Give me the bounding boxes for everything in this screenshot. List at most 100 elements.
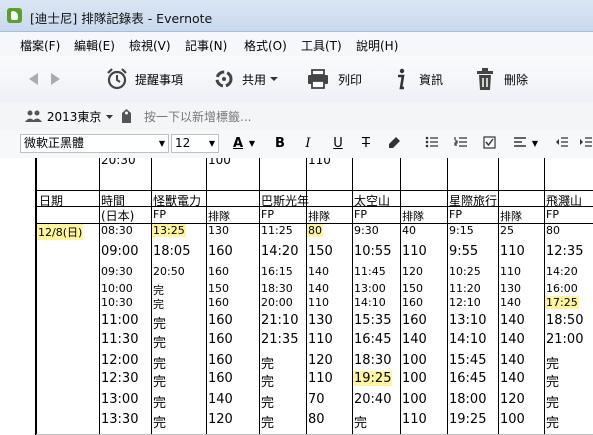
back-button[interactable] [26, 67, 40, 91]
delete-label: 刪除 [504, 72, 529, 87]
table-cell-time: 09:00 [101, 244, 139, 259]
menu-tools[interactable]: 工具(T) [301, 37, 342, 54]
table-cell: 110 [308, 371, 333, 386]
table-cell-time: 10:00 [101, 282, 133, 295]
table-cell-time: 08:30 [101, 224, 133, 237]
table-cell: 9:55 [449, 244, 479, 259]
checkbox-icon [482, 136, 496, 149]
delete-button[interactable]: 刪除 [474, 67, 528, 91]
table-cell: 21:35 [261, 332, 299, 347]
table-cell: 40 [402, 224, 416, 237]
print-button[interactable]: 列印 [306, 67, 362, 91]
table-header-wait: 排隊 [208, 210, 230, 223]
align-button[interactable] [512, 136, 528, 152]
table-header-fp: FP [354, 208, 367, 221]
table-cell: 120 [402, 265, 423, 278]
table-cell: 完 [153, 357, 167, 372]
indent-button[interactable] [578, 136, 593, 152]
table-cell-time: 10:30 [101, 296, 133, 309]
menu-view[interactable]: 檢視(V) [129, 37, 171, 54]
table-cell: 完 [153, 416, 167, 431]
table-cell: 110 [500, 265, 521, 278]
table-cell: 20:50 [153, 265, 185, 278]
tag-input[interactable]: 按一下以新增標籤... [144, 108, 251, 125]
table-cell: 17:25 [545, 296, 579, 309]
table-cell: 完 [546, 416, 560, 431]
reminder-label: 提醒事項 [135, 72, 184, 87]
numbered-list-icon [454, 137, 467, 147]
table-header-wait: 排隊 [500, 210, 522, 223]
align-left-icon [514, 137, 526, 147]
menu-file[interactable]: 檔案(F) [20, 37, 60, 54]
table-cell: 14:10 [354, 296, 386, 309]
evernote-logo-icon [7, 8, 22, 23]
table-cell: 13:25 [152, 224, 186, 237]
notebook-selector[interactable]: 2013東京 [25, 108, 114, 125]
font-color-icon: A [232, 136, 244, 151]
menu-edit[interactable]: 編輯(E) [74, 37, 115, 54]
table-cell-time: 11:00 [101, 313, 139, 328]
italic-button[interactable]: I [300, 136, 316, 152]
forward-button[interactable] [49, 67, 63, 91]
table-cell: 完 [354, 416, 368, 431]
outdent-icon [556, 137, 568, 147]
chevron-down-icon[interactable]: ▼ [247, 136, 257, 152]
menu-note[interactable]: 記事(N) [185, 37, 227, 54]
outdent-button[interactable] [554, 136, 570, 152]
table-cell: 110 [402, 412, 427, 427]
chevron-down-icon: ▼ [158, 139, 165, 148]
table-cell: 21:10 [261, 313, 299, 328]
info-button[interactable]: 資訊 [393, 67, 443, 91]
table-cell-time: 13:00 [101, 392, 139, 407]
table-cell: 21:00 [546, 332, 584, 347]
table-cell: 150 [402, 282, 423, 295]
table-cell-time: 12:00 [101, 353, 139, 368]
table-header-fp: FP [153, 208, 166, 221]
table-cell: 完 [546, 396, 560, 411]
table-cell: 110 [500, 244, 525, 259]
menu-format[interactable]: 格式(O) [244, 37, 287, 54]
bullet-list-button[interactable] [424, 136, 440, 152]
table-cell: 140 [500, 296, 521, 309]
table-cell: 19:25 [449, 412, 487, 427]
underline-button[interactable]: U [330, 136, 346, 152]
font-select[interactable]: 微軟正黑體 ▼ [20, 134, 169, 153]
font-color-button[interactable]: A [230, 136, 246, 152]
note-info-bar: 2013東京 按一下以新增標籤... [0, 102, 593, 131]
chevron-down-icon[interactable]: ▼ [530, 136, 540, 152]
table-header-date: 日期 [39, 194, 64, 208]
table-header-fp: FP [449, 208, 462, 221]
table-cell: 18:00 [449, 392, 487, 407]
table-left-border [35, 158, 36, 435]
highlight-button[interactable] [386, 136, 402, 152]
table-cell: 130 [308, 313, 333, 328]
trash-icon [477, 68, 493, 90]
table-cell: 120 [208, 412, 233, 427]
table-header-attraction: 星際旅行 [449, 194, 498, 208]
table-cell: 12:35 [546, 244, 584, 259]
table-cell-time: 13:30 [101, 412, 139, 427]
size-select[interactable]: 12 ▼ [171, 134, 219, 153]
share-button[interactable]: 共用 [212, 67, 279, 91]
table-cell: 16:15 [261, 265, 293, 278]
back-arrow-icon [29, 73, 38, 85]
table-cell: 完 [153, 317, 167, 332]
table-cell: 完 [261, 416, 275, 431]
table-cell: 160 [402, 296, 423, 309]
table-cell: 110 [308, 158, 331, 167]
reminder-button[interactable]: 提醒事項 [105, 67, 183, 91]
table-cell: 20:00 [261, 296, 293, 309]
bold-button[interactable]: B [272, 136, 288, 152]
table-cell: 70 [308, 392, 325, 407]
table-cell: 18:30 [354, 353, 392, 368]
table-header-wait: 排隊 [308, 210, 330, 223]
checkbox-button[interactable] [481, 136, 497, 152]
title-bar: [迪士尼] 排隊記錄表 - Evernote [0, 0, 593, 32]
menu-help[interactable]: 說明(H) [356, 37, 398, 54]
table-cell: 160 [208, 371, 233, 386]
strikethrough-button[interactable]: T [358, 136, 374, 152]
table-cell: 150 [308, 244, 333, 259]
numbered-list-button[interactable] [453, 136, 469, 152]
note-editor[interactable]: 20:30 100 110 日期 時間 (日本) 怪獸電力 巴斯光年 太空山 星際旅行 飛濺山 FP 排… [0, 158, 593, 435]
bullet-list-icon [425, 136, 438, 148]
